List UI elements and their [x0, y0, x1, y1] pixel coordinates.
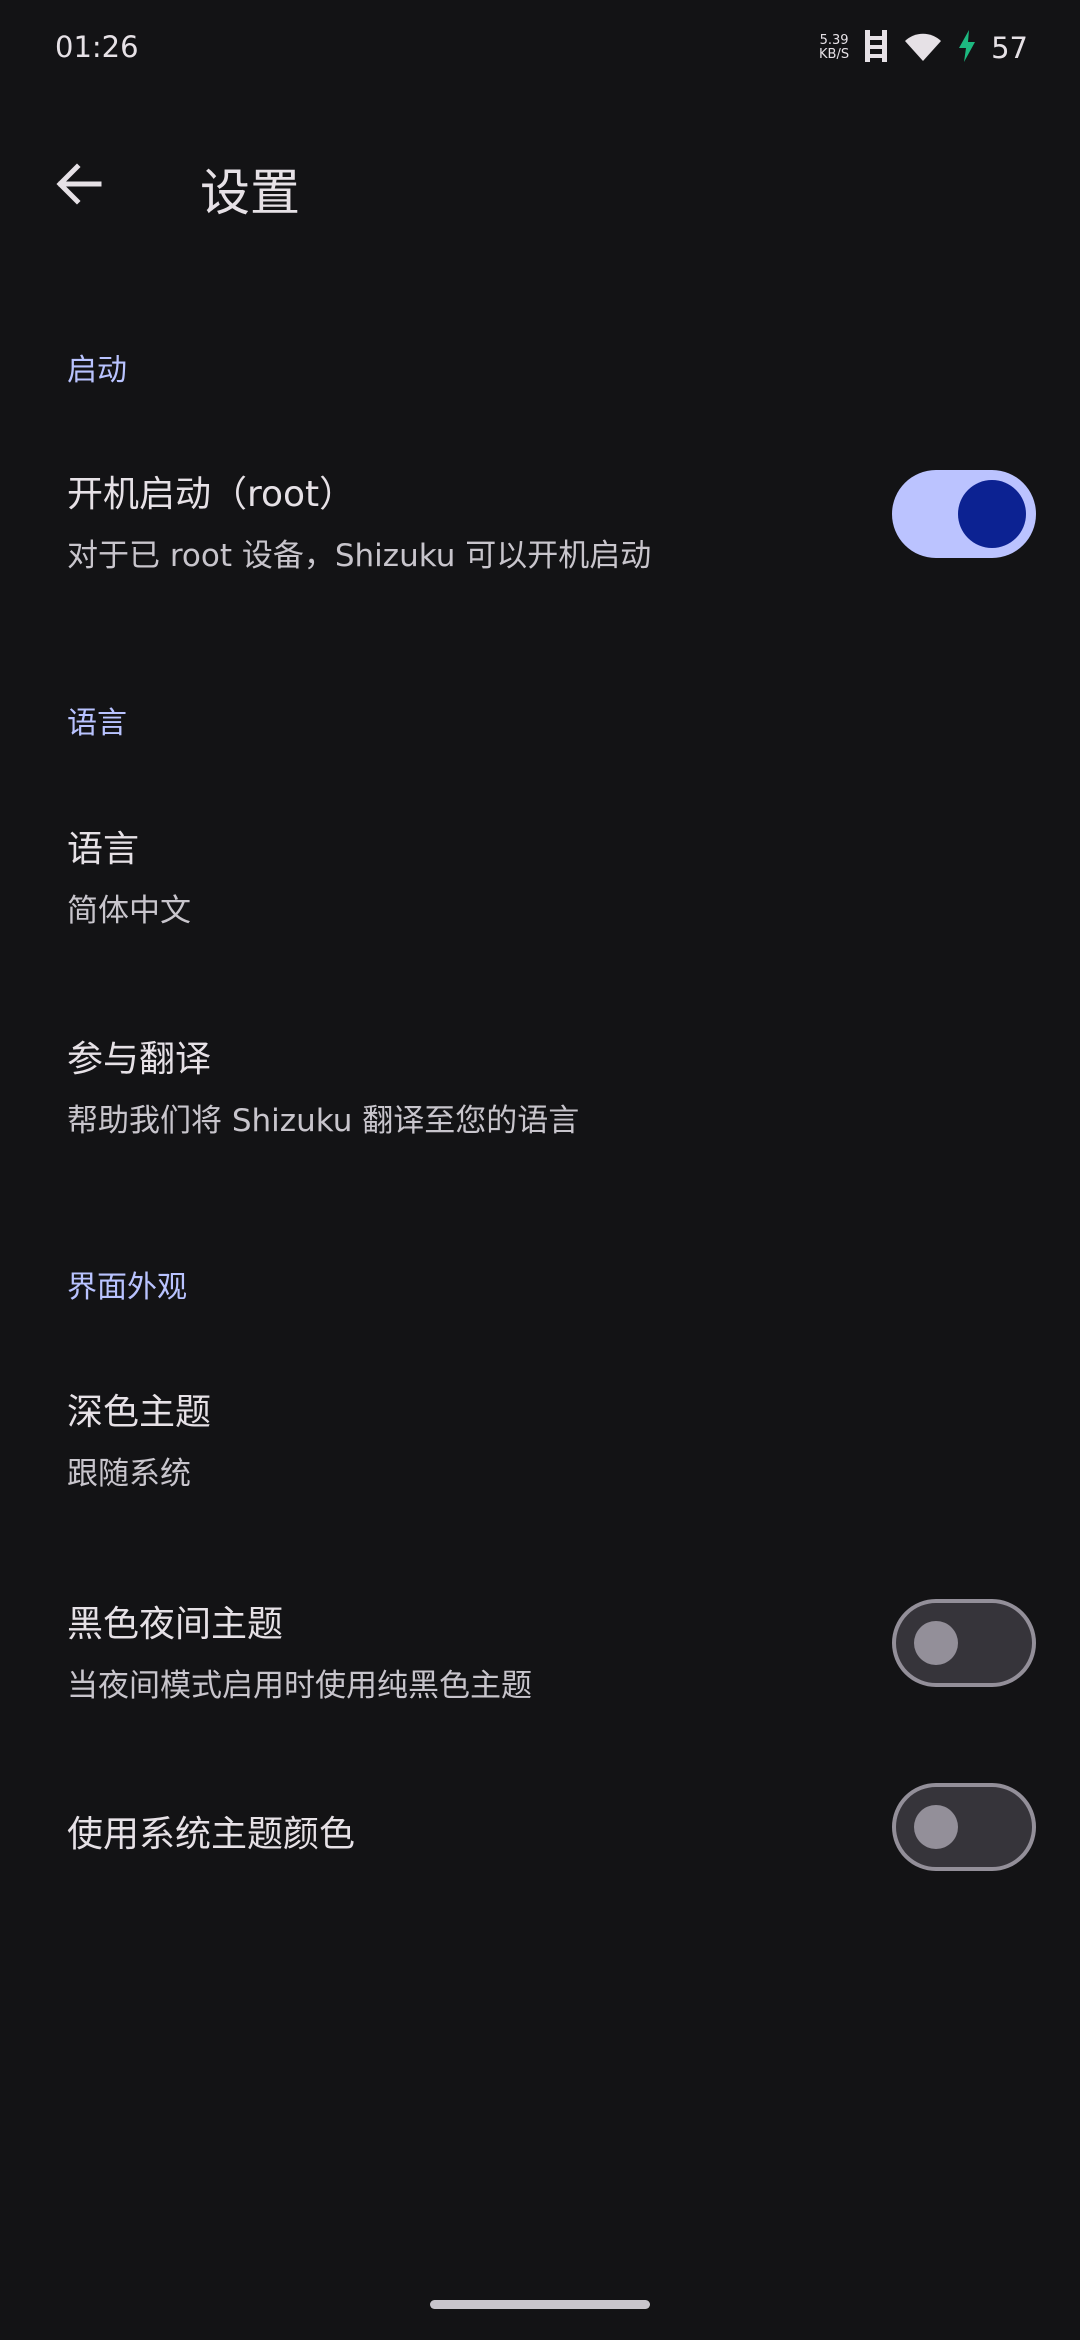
pref-boot-start[interactable]: 开机启动（root） 对于已 root 设备，Shizuku 可以开机启动: [0, 430, 1080, 610]
battery-level: 57: [991, 31, 1028, 65]
system-colors-switch[interactable]: [892, 1783, 1036, 1871]
pref-black-night-theme[interactable]: 黑色夜间主题 当夜间模式启用时使用纯黑色主题: [0, 1565, 1080, 1745]
pref-language-summary: 简体中文: [67, 893, 191, 929]
status-bar: 01:26 5.39 KB/S 57: [0, 0, 1080, 96]
section-header-appearance: 界面外观: [67, 1270, 187, 1305]
pref-language-title: 语言: [67, 829, 140, 870]
switch-thumb: [958, 480, 1026, 548]
sim-signal-icon: [863, 28, 889, 68]
status-time: 01:26: [55, 30, 139, 64]
network-speed: 5.39 KB/S: [819, 34, 849, 62]
arrow-back-icon: [53, 159, 103, 213]
switch-thumb: [914, 1621, 958, 1665]
pref-translate-summary: 帮助我们将 Shizuku 翻译至您的语言: [67, 1103, 580, 1139]
page-title: 设置: [200, 164, 300, 222]
pref-black-night-theme-summary: 当夜间模式启用时使用纯黑色主题: [67, 1668, 532, 1704]
charging-icon: [957, 29, 977, 67]
pref-translate[interactable]: 参与翻译 帮助我们将 Shizuku 翻译至您的语言: [0, 1000, 1080, 1180]
wifi-icon: [903, 29, 943, 67]
status-icons: 5.39 KB/S 57: [819, 26, 1028, 70]
boot-start-switch[interactable]: [892, 470, 1036, 558]
pref-black-night-theme-title: 黑色夜间主题: [67, 1604, 284, 1645]
home-indicator[interactable]: [430, 2300, 650, 2309]
back-button[interactable]: [40, 148, 116, 224]
pref-dark-theme-summary: 跟随系统: [67, 1456, 191, 1492]
section-header-startup: 启动: [67, 353, 127, 388]
pref-dark-theme-title: 深色主题: [67, 1392, 212, 1433]
app-bar: 设置: [0, 120, 1080, 250]
pref-dark-theme[interactable]: 深色主题 跟随系统: [0, 1353, 1080, 1533]
pref-system-colors-title: 使用系统主题颜色: [67, 1814, 356, 1855]
pref-boot-start-title: 开机启动（root）: [67, 474, 356, 515]
section-header-language: 语言: [67, 706, 127, 741]
pref-translate-title: 参与翻译: [67, 1039, 212, 1080]
network-speed-value: 5.39: [819, 33, 849, 48]
black-night-theme-switch[interactable]: [892, 1599, 1036, 1687]
pref-boot-start-summary: 对于已 root 设备，Shizuku 可以开机启动: [67, 538, 652, 574]
switch-thumb: [914, 1805, 958, 1849]
pref-language[interactable]: 语言 简体中文: [0, 790, 1080, 970]
pref-system-colors[interactable]: 使用系统主题颜色: [0, 1780, 1080, 1930]
network-speed-unit: KB/S: [819, 47, 850, 62]
